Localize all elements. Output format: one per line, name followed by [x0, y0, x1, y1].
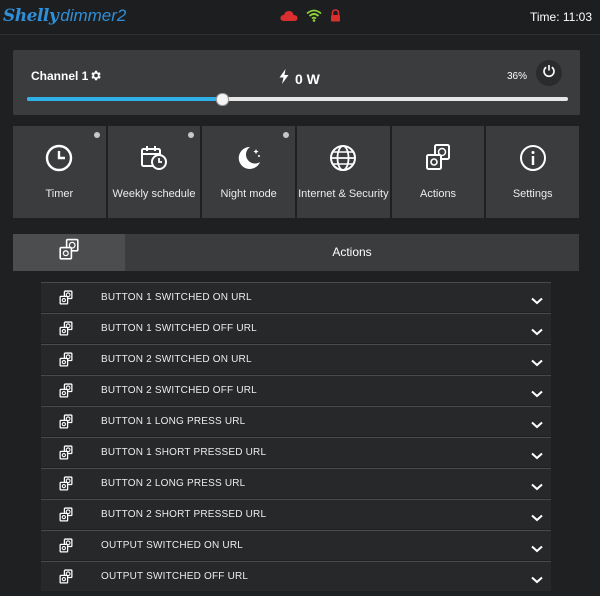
chevron-down-icon[interactable]	[531, 385, 543, 403]
indicator-dot	[188, 132, 195, 138]
chevron-down-icon[interactable]	[531, 509, 543, 527]
chevron-down-icon[interactable]	[531, 447, 543, 465]
channel-title: Channel 1	[31, 69, 89, 83]
section-title: Actions	[332, 245, 372, 259]
calendar-icon	[139, 143, 169, 173]
info-icon	[518, 143, 548, 173]
actions-icon	[423, 143, 453, 173]
action-label: BUTTON 1 SWITCHED ON URL	[101, 292, 252, 303]
actions-icon	[58, 352, 74, 373]
action-label: BUTTON 2 SWITCHED ON URL	[101, 354, 252, 365]
action-label: OUTPUT SWITCHED OFF URL	[101, 571, 249, 582]
tile-label: Weekly schedule	[112, 188, 196, 200]
slider-thumb[interactable]	[215, 93, 229, 106]
tile-label: Settings	[512, 188, 553, 200]
actions-icon	[58, 476, 74, 497]
gear-icon[interactable]	[89, 69, 102, 87]
action-row-button2-off[interactable]: BUTTON 2 SWITCHED OFF URL	[41, 375, 551, 405]
actions-icon	[58, 321, 74, 342]
feature-tiles: Timer Weekly schedule Night mode Interne…	[13, 126, 580, 218]
action-label: BUTTON 2 LONG PRESS URL	[101, 478, 246, 489]
tile-night-mode[interactable]: Night mode	[202, 126, 296, 218]
actions-icon	[58, 290, 74, 311]
actions-icon	[58, 507, 74, 528]
wifi-icon	[306, 9, 322, 27]
tile-label: Actions	[419, 188, 457, 200]
action-list: BUTTON 1 SWITCHED ON URL BUTTON 1 SWITCH…	[41, 282, 551, 592]
action-row-output-off[interactable]: OUTPUT SWITCHED OFF URL	[41, 561, 551, 591]
chevron-down-icon[interactable]	[531, 416, 543, 434]
tile-label: Timer	[45, 188, 74, 200]
tile-label: Internet & Security	[298, 188, 389, 200]
tile-timer[interactable]: Timer	[13, 126, 106, 218]
action-row-button1-off[interactable]: BUTTON 1 SWITCHED OFF URL	[41, 313, 551, 343]
brightness-slider[interactable]	[27, 93, 568, 106]
logo-product: dimmer2	[60, 6, 127, 25]
channel-card: Channel 1 0 W 36%	[13, 50, 580, 115]
tile-label: Night mode	[220, 188, 277, 200]
cloud-icon	[280, 9, 298, 27]
action-row-output-on[interactable]: OUTPUT SWITCHED ON URL	[41, 530, 551, 560]
power-value: 0 W	[295, 71, 320, 87]
action-row-button1-on[interactable]: BUTTON 1 SWITCHED ON URL	[41, 282, 551, 312]
tile-settings[interactable]: Settings	[486, 126, 580, 218]
chevron-down-icon[interactable]	[531, 540, 543, 558]
shelly-logo: Shelly dimmer2	[3, 6, 126, 28]
status-icons	[280, 9, 341, 27]
action-label: BUTTON 2 SHORT PRESSED URL	[101, 509, 267, 520]
bolt-icon	[279, 69, 289, 89]
action-label: BUTTON 1 SWITCHED OFF URL	[101, 323, 257, 334]
action-row-button2-long-press[interactable]: BUTTON 2 LONG PRESS URL	[41, 468, 551, 498]
indicator-dot	[283, 132, 290, 138]
lock-icon	[330, 9, 341, 27]
power-button[interactable]	[536, 60, 562, 86]
action-row-button2-short-pressed[interactable]: BUTTON 2 SHORT PRESSED URL	[41, 499, 551, 529]
action-row-button1-long-press[interactable]: BUTTON 1 LONG PRESS URL	[41, 406, 551, 436]
actions-icon	[58, 414, 74, 435]
brightness-value: 36%	[507, 71, 528, 82]
chevron-down-icon[interactable]	[531, 323, 543, 341]
chevron-down-icon[interactable]	[531, 354, 543, 372]
action-label: OUTPUT SWITCHED ON URL	[101, 540, 243, 551]
section-icon-box	[13, 234, 125, 271]
moon-icon	[234, 143, 264, 173]
globe-icon	[328, 143, 358, 173]
clock-icon	[44, 143, 74, 173]
action-row-button1-short-pressed[interactable]: BUTTON 1 SHORT PRESSED URL	[41, 437, 551, 467]
top-bar: Shelly dimmer2 Time: 11:03	[0, 0, 600, 35]
tile-weekly-schedule[interactable]: Weekly schedule	[107, 126, 201, 218]
power-readout: 0 W	[279, 69, 320, 89]
tile-internet-security[interactable]: Internet & Security	[297, 126, 390, 218]
chevron-down-icon[interactable]	[531, 292, 543, 310]
tile-actions[interactable]: Actions	[391, 126, 485, 218]
actions-icon	[58, 538, 74, 559]
action-label: BUTTON 1 SHORT PRESSED URL	[101, 447, 267, 458]
chevron-down-icon[interactable]	[531, 478, 543, 496]
action-label: BUTTON 2 SWITCHED OFF URL	[101, 385, 257, 396]
actions-section-header: Actions	[13, 234, 579, 271]
actions-icon	[57, 238, 81, 267]
indicator-dot	[93, 132, 100, 138]
chevron-down-icon[interactable]	[531, 571, 543, 589]
actions-icon	[58, 569, 74, 590]
action-row-button2-on[interactable]: BUTTON 2 SWITCHED ON URL	[41, 344, 551, 374]
action-label: BUTTON 1 LONG PRESS URL	[101, 416, 246, 427]
actions-icon	[58, 445, 74, 466]
clock: Time: 11:03	[529, 10, 592, 24]
power-icon	[542, 64, 556, 83]
logo-brand: Shelly	[3, 6, 59, 26]
actions-icon	[58, 383, 74, 404]
slider-fill	[27, 97, 222, 101]
